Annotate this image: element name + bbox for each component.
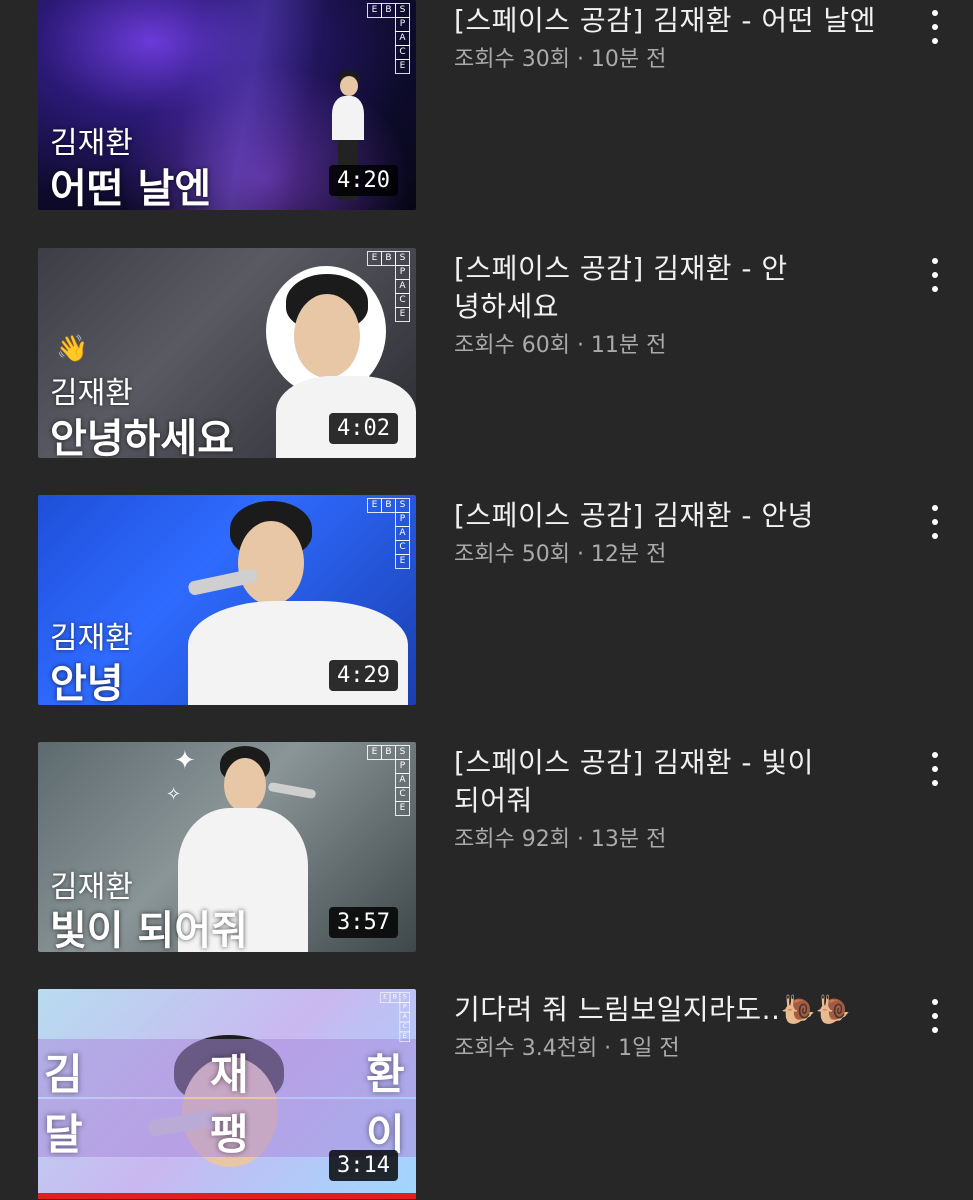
- watch-progress-bar: [38, 1193, 416, 1199]
- video-stats: 조회수 60회 · 11분 전: [454, 333, 667, 358]
- more-vert-icon[interactable]: [920, 999, 950, 1033]
- video-meta: [스페이스 공감] 김재환 - 안녕 조회수 50회 · 12분 전: [454, 495, 904, 571]
- more-vert-icon[interactable]: [920, 258, 950, 292]
- video-thumbnail[interactable]: E B S P A C E 김재환 어떤 날엔 4:20: [38, 0, 416, 210]
- waving-hand-icon: 👋: [56, 334, 89, 364]
- video-stats: 조회수 3.4천회 · 1일 전: [454, 1036, 680, 1061]
- video-item[interactable]: E B S P A C E 김재환 어떤 날엔 4:20 [스페이스 공감] 김…: [0, 0, 973, 210]
- video-list: E B S P A C E 김재환 어떤 날엔 4:20 [스페이스 공감] 김…: [0, 0, 973, 1200]
- video-item[interactable]: E B S P A C E 👋 김재환 안녕하세요 4:02 [스페이스 공감]…: [0, 248, 973, 458]
- video-title[interactable]: [스페이스 공감] 김재환 - 어떤 날엔: [454, 2, 904, 40]
- video-thumbnail[interactable]: 김 재 환 달 팽 이 E B S P A C E 3:14: [38, 989, 416, 1199]
- video-thumbnail[interactable]: E B S P A C E 👋 김재환 안녕하세요 4:02: [38, 248, 416, 458]
- video-title[interactable]: [스페이스 공감] 김재환 - 빛이 되어줘: [454, 744, 834, 820]
- thumbnail-song-text: 어떤 날엔: [50, 166, 212, 210]
- duration-badge: 3:14: [329, 1150, 398, 1181]
- video-stats: 조회수 50회 · 12분 전: [454, 542, 667, 567]
- duration-badge: 3:57: [329, 907, 398, 938]
- sparkle-icon: ✧: [166, 784, 182, 805]
- ebs-space-badge: E B S P A C E: [366, 251, 410, 322]
- video-title[interactable]: [스페이스 공감] 김재환 - 안녕: [454, 497, 904, 535]
- more-vert-icon[interactable]: [920, 505, 950, 539]
- video-thumbnail[interactable]: E B S P A C E 김재환 안녕 4:29: [38, 495, 416, 705]
- ebs-space-badge: E B S P A C E: [366, 745, 410, 816]
- duration-badge: 4:20: [329, 165, 398, 196]
- ebs-space-badge: E B S P A C E: [366, 498, 410, 569]
- video-item[interactable]: E B S P A C E 김재환 안녕 4:29 [스페이스 공감] 김재환 …: [0, 495, 973, 705]
- video-title[interactable]: 기다려 줘 느림보일지라도..🐌🐌: [454, 991, 904, 1029]
- thumbnail-char: 팽: [210, 1110, 249, 1159]
- more-vert-icon[interactable]: [920, 10, 950, 44]
- thumbnail-char: 환: [366, 1050, 405, 1099]
- thumbnail-song-text: 빛이 되어줘: [50, 908, 248, 952]
- duration-badge: 4:02: [329, 413, 398, 444]
- video-thumbnail[interactable]: ✦ ✧ E B S P A C E 김재환 빛이 되어줘 3:57: [38, 742, 416, 952]
- video-stats: 조회수 30회 · 10분 전: [454, 47, 667, 72]
- thumbnail-song-text: 안녕하세요: [50, 416, 234, 458]
- thumbnail-char: 재: [210, 1050, 249, 1099]
- more-vert-icon[interactable]: [920, 752, 950, 786]
- video-meta: [스페이스 공감] 김재환 - 빛이 되어줘 조회수 92회 · 13분 전: [454, 742, 904, 856]
- video-item[interactable]: 김 재 환 달 팽 이 E B S P A C E 3:14 기다려 줘 느림보…: [0, 989, 973, 1199]
- sparkle-icon: ✦: [174, 746, 196, 776]
- ebs-space-badge: E B S P A C E: [366, 3, 410, 74]
- thumbnail-song-text: 안녕: [50, 661, 124, 705]
- video-title[interactable]: [스페이스 공감] 김재환 - 안녕하세요: [454, 250, 794, 326]
- thumbnail-char: 김: [44, 1050, 83, 1099]
- video-item[interactable]: ✦ ✧ E B S P A C E 김재환 빛이 되어줘 3:57 [스페이스: [0, 742, 973, 952]
- video-meta: [스페이스 공감] 김재환 - 안녕하세요 조회수 60회 · 11분 전: [454, 248, 904, 362]
- duration-badge: 4:29: [329, 660, 398, 691]
- video-stats: 조회수 92회 · 13분 전: [454, 827, 667, 852]
- ebs-space-badge: E B S P A C E: [379, 992, 410, 1042]
- video-meta: [스페이스 공감] 김재환 - 어떤 날엔 조회수 30회 · 10분 전: [454, 0, 904, 76]
- video-meta: 기다려 줘 느림보일지라도..🐌🐌 조회수 3.4천회 · 1일 전: [454, 989, 904, 1065]
- thumbnail-char: 달: [44, 1110, 83, 1159]
